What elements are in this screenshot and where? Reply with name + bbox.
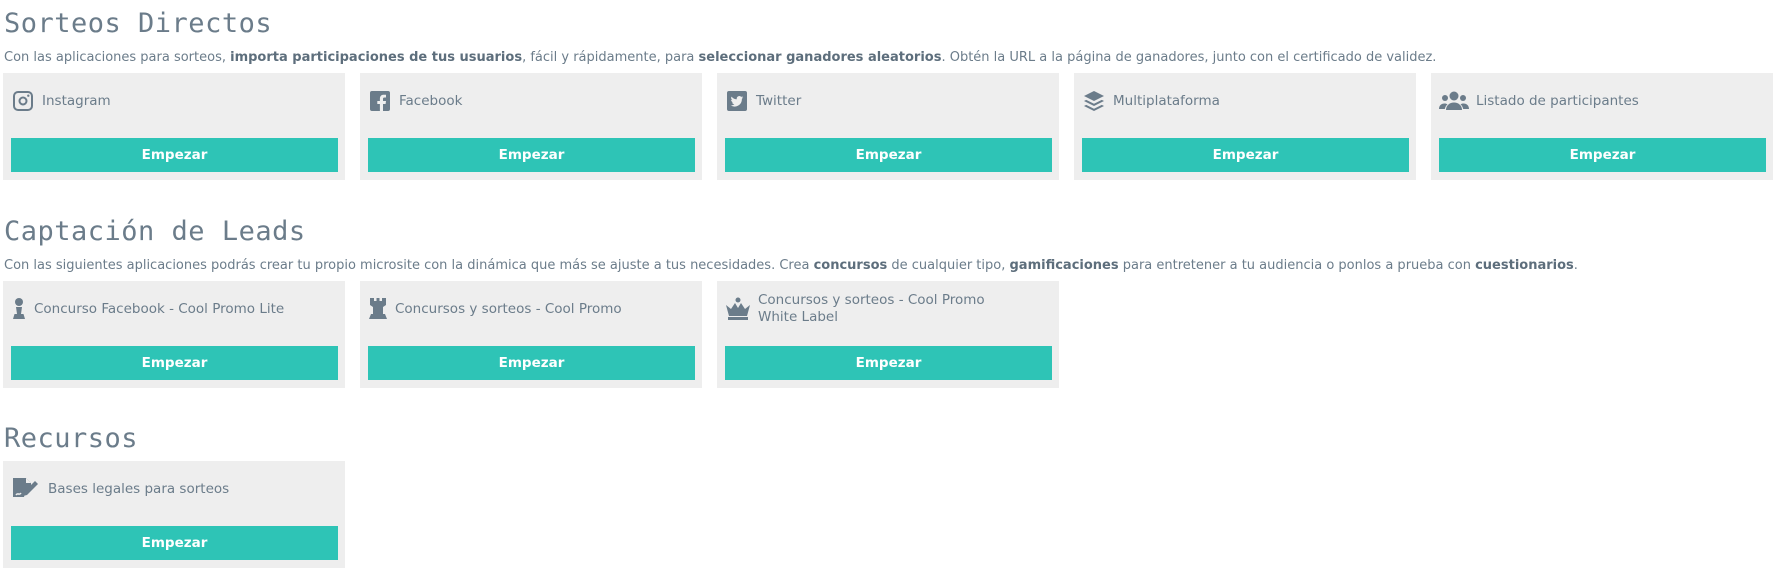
desc-text: de cualquier tipo,	[887, 258, 1010, 273]
card-cool-promo-white-label: Concursos y sorteos - Cool Promo White L…	[717, 281, 1059, 388]
card-grid: Bases legales para sorteos Empezar	[3, 461, 1780, 569]
card-bases-legales: Bases legales para sorteos Empezar	[3, 461, 345, 568]
start-button[interactable]: Empezar	[11, 526, 338, 560]
users-icon	[1439, 89, 1469, 113]
card-label: Facebook	[399, 92, 463, 109]
start-button[interactable]: Empezar	[725, 346, 1052, 380]
card-label: Multiplataforma	[1113, 92, 1220, 109]
card-label: Concurso Facebook - Cool Promo Lite	[34, 300, 285, 317]
start-button[interactable]: Empezar	[1082, 138, 1409, 172]
card-label: Bases legales para sorteos	[48, 480, 230, 497]
desc-text: Con las aplicaciones para sorteos,	[4, 50, 231, 65]
section-captacion-leads: Captación de Leads Con las siguientes ap…	[3, 216, 1780, 389]
section-title: Captación de Leads	[4, 216, 306, 247]
start-button[interactable]: Empezar	[368, 138, 695, 172]
facebook-icon	[368, 89, 392, 113]
card-label: Twitter	[756, 92, 802, 109]
desc-bold: concursos	[813, 258, 888, 273]
section-sorteos-directos: Sorteos Directos Con las aplicaciones pa…	[3, 8, 1780, 181]
desc-text: para entretener a tu audiencia o ponlos …	[1118, 258, 1476, 273]
card-multiplataforma: Multiplataforma Empezar	[1074, 73, 1416, 180]
layers-icon	[1082, 89, 1106, 113]
section-description: Con las aplicaciones para sorteos, impor…	[4, 49, 1780, 67]
card-listado-participantes: Listado de participantes Empezar	[1431, 73, 1773, 180]
file-signature-icon	[11, 477, 41, 501]
twitter-icon	[725, 89, 749, 113]
section-recursos: Recursos Bases legales para sorteos Empe…	[3, 423, 1780, 569]
start-button[interactable]: Empezar	[1439, 138, 1766, 172]
desc-text: , fácil y rápidamente, para	[522, 50, 699, 65]
card-grid: Instagram Empezar Facebook Empezar Twitt…	[3, 73, 1780, 181]
card-instagram: Instagram Empezar	[3, 73, 345, 180]
chess-pawn-icon	[11, 297, 27, 321]
card-facebook: Facebook Empezar	[360, 73, 702, 180]
desc-bold: cuestionarios	[1475, 258, 1574, 273]
section-title: Recursos	[4, 423, 139, 454]
card-label: Concursos y sorteos - Cool Promo	[395, 300, 622, 317]
desc-bold: gamificaciones	[1009, 258, 1119, 273]
chess-rook-icon	[368, 297, 388, 321]
instagram-icon	[11, 89, 35, 113]
start-button[interactable]: Empezar	[368, 346, 695, 380]
start-button[interactable]: Empezar	[725, 138, 1052, 172]
card-cool-promo-lite: Concurso Facebook - Cool Promo Lite Empe…	[3, 281, 345, 388]
desc-text: . Obtén la URL a la página de ganadores,…	[941, 50, 1437, 65]
start-button[interactable]: Empezar	[11, 346, 338, 380]
card-label: Listado de participantes	[1476, 92, 1639, 109]
card-label: Instagram	[42, 92, 111, 109]
card-cool-promo: Concursos y sorteos - Cool Promo Empezar	[360, 281, 702, 388]
card-grid: Concurso Facebook - Cool Promo Lite Empe…	[3, 281, 1780, 389]
desc-text: Con las siguientes aplicaciones podrás c…	[4, 258, 814, 273]
chess-queen-icon	[725, 297, 751, 321]
start-button[interactable]: Empezar	[11, 138, 338, 172]
desc-bold: importa participaciones de tus usuarios	[230, 50, 523, 65]
card-label: Concursos y sorteos - Cool Promo White L…	[758, 292, 985, 325]
card-twitter: Twitter Empezar	[717, 73, 1059, 180]
desc-text: .	[1573, 258, 1578, 273]
desc-bold: seleccionar ganadores aleatorios	[698, 50, 942, 65]
section-title: Sorteos Directos	[4, 8, 273, 39]
section-description: Con las siguientes aplicaciones podrás c…	[4, 257, 1780, 275]
